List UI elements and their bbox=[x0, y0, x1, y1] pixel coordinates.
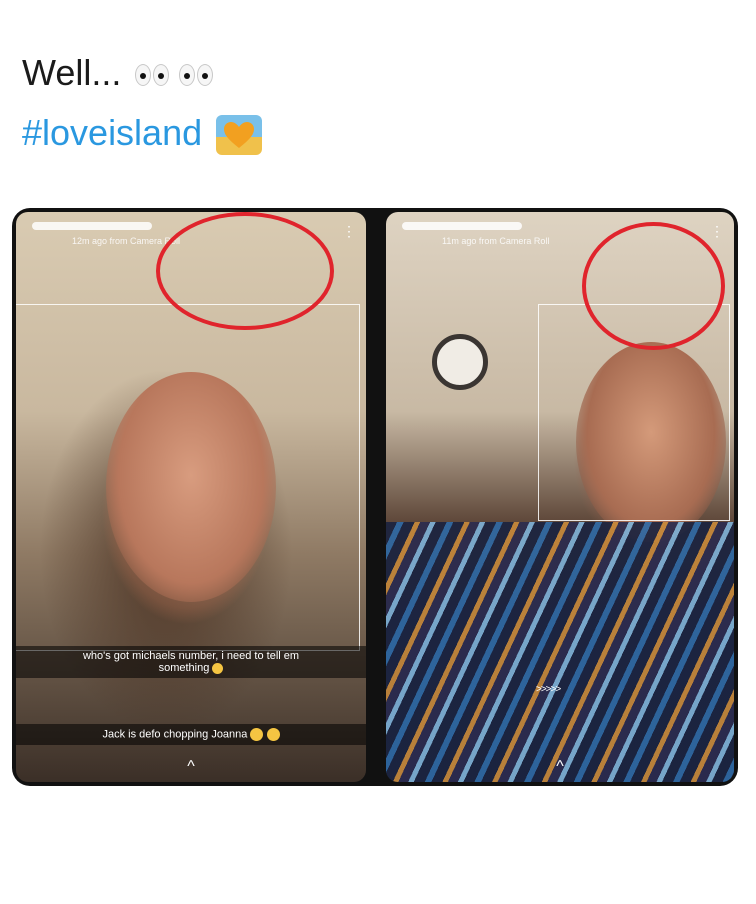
more-options-icon[interactable]: ⋮ bbox=[342, 224, 356, 238]
snapchat-collage: 12m ago from Camera Roll ⋮ who's got mic… bbox=[12, 208, 738, 786]
highlight-circle bbox=[582, 222, 725, 350]
more-options-icon[interactable]: ⋮ bbox=[710, 224, 724, 238]
caption-1-line1: who's got michaels number, i need to tel… bbox=[82, 650, 300, 662]
post-text-line1: Well... bbox=[22, 52, 221, 94]
highlight-circle bbox=[156, 212, 334, 330]
camera-frame-overlay bbox=[16, 304, 360, 651]
wall-clock bbox=[432, 334, 488, 390]
arrows-text: >>>>> bbox=[536, 684, 561, 695]
heart-icon bbox=[216, 115, 263, 156]
story-caption-1: who's got michaels number, i need to tel… bbox=[16, 646, 366, 678]
left-story-panel[interactable]: 12m ago from Camera Roll ⋮ who's got mic… bbox=[16, 212, 366, 782]
post-text-well: Well... bbox=[22, 52, 122, 93]
eyes-icon bbox=[135, 64, 221, 87]
hashtag-link[interactable]: #loveisland bbox=[22, 112, 202, 153]
story-progress-bar bbox=[32, 222, 152, 230]
striped-shirt bbox=[386, 522, 734, 782]
caption-2-text: Jack is defo chopping Joanna bbox=[102, 728, 248, 741]
right-story-panel[interactable]: 11m ago from Camera Roll ⋮ >>>>> ^ bbox=[386, 212, 734, 782]
grimace-icon bbox=[266, 728, 280, 741]
story-timestamp: 11m ago from Camera Roll bbox=[442, 236, 550, 246]
grimace-icon bbox=[250, 728, 264, 741]
swipe-up-icon[interactable]: ^ bbox=[556, 758, 564, 776]
caption-1-line2: something bbox=[158, 662, 210, 674]
swipe-up-icon[interactable]: ^ bbox=[187, 758, 195, 776]
grimace-icon bbox=[212, 662, 224, 674]
story-caption-2: Jack is defo chopping Joanna bbox=[16, 724, 366, 745]
story-progress-bar bbox=[402, 222, 522, 230]
post-text-line2: #loveisland bbox=[22, 112, 263, 156]
